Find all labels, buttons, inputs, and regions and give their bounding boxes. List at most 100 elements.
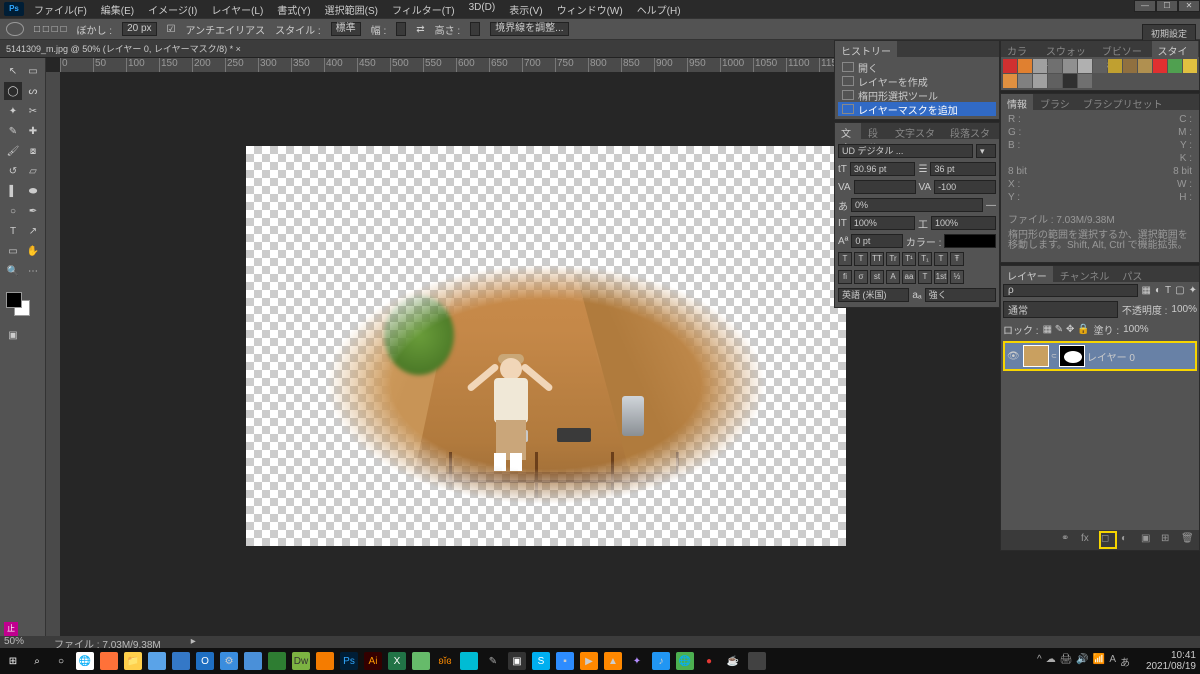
layer-fx-icon[interactable]: fx bbox=[1081, 533, 1095, 547]
pen-tool-icon[interactable]: ✒ bbox=[24, 202, 42, 220]
style-swatch[interactable] bbox=[1153, 59, 1167, 73]
style-select[interactable]: 標準 bbox=[331, 22, 361, 36]
tab-buisource[interactable]: ブビソース bbox=[1096, 41, 1151, 57]
photoshop-icon[interactable]: Ps bbox=[340, 652, 358, 670]
antialias-select[interactable]: 強く bbox=[925, 288, 996, 302]
chrome-icon[interactable]: 🌐 bbox=[76, 652, 94, 670]
chevron-up-icon[interactable]: ^ bbox=[1037, 654, 1042, 669]
excel-icon[interactable]: X bbox=[388, 652, 406, 670]
skype-icon[interactable]: S bbox=[532, 652, 550, 670]
menu-select[interactable]: 選択範囲(S) bbox=[325, 2, 378, 17]
fill-value[interactable]: 100% bbox=[1123, 324, 1149, 335]
menu-3d[interactable]: 3D(D) bbox=[469, 2, 496, 17]
menu-filter[interactable]: フィルター(T) bbox=[392, 2, 455, 17]
crop-tool-icon[interactable]: ✂ bbox=[24, 102, 42, 120]
eyedropper-tool-icon[interactable]: ✎ bbox=[4, 122, 22, 140]
style-swatch[interactable] bbox=[1033, 74, 1047, 88]
style-swatch[interactable] bbox=[1123, 59, 1137, 73]
tab-paths[interactable]: パス bbox=[1116, 266, 1148, 282]
text-color-swatch[interactable] bbox=[944, 234, 996, 248]
record-icon[interactable]: ● bbox=[700, 652, 718, 670]
move-tool-icon[interactable]: ↖ bbox=[4, 62, 22, 80]
layer-filter[interactable]: ρ bbox=[1003, 284, 1138, 297]
close-button[interactable]: ✕ bbox=[1178, 0, 1200, 12]
add-mask-icon[interactable]: ◻ bbox=[1101, 533, 1115, 547]
start-button[interactable]: ⊞ bbox=[4, 652, 22, 670]
type-tool-icon[interactable]: T bbox=[4, 222, 22, 240]
font-size-input[interactable]: 30.96 pt bbox=[850, 162, 916, 176]
print-icon[interactable]: 🖨 bbox=[1060, 654, 1073, 669]
hand-tool-icon[interactable]: ✋ bbox=[24, 242, 42, 260]
brush-tool-icon[interactable]: 🖌 bbox=[4, 142, 22, 160]
search-icon[interactable]: ⌕ bbox=[28, 652, 46, 670]
outlook-icon[interactable]: O bbox=[196, 652, 214, 670]
style-swatch[interactable] bbox=[1138, 59, 1152, 73]
elliptical-marquee-tool-icon[interactable]: ◯ bbox=[4, 82, 22, 100]
style-swatch[interactable] bbox=[1033, 59, 1047, 73]
eraser-tool-icon[interactable]: ▱ bbox=[24, 162, 42, 180]
style-swatch[interactable] bbox=[1018, 74, 1032, 88]
tsume-input[interactable]: 0% bbox=[851, 198, 983, 212]
obs-icon[interactable]: ▣ bbox=[508, 652, 526, 670]
tab-history[interactable]: ヒストリー bbox=[835, 41, 897, 57]
vscale-input[interactable]: 100% bbox=[850, 216, 915, 230]
style-swatch[interactable] bbox=[1018, 59, 1032, 73]
color-swatch[interactable] bbox=[4, 290, 41, 320]
app-icon[interactable] bbox=[748, 652, 766, 670]
menu-type[interactable]: 書式(Y) bbox=[277, 2, 310, 17]
firefox-icon[interactable] bbox=[100, 652, 118, 670]
taskbar-clock[interactable]: 10:41 2021/08/19 bbox=[1146, 648, 1196, 674]
tab-info[interactable]: 情報 bbox=[1001, 94, 1033, 110]
wand-tool-icon[interactable]: ✦ bbox=[4, 102, 22, 120]
foreground-color[interactable] bbox=[6, 292, 22, 308]
wifi-icon[interactable]: 📶 bbox=[1093, 654, 1105, 669]
delete-layer-icon[interactable]: 🗑 bbox=[1181, 533, 1195, 547]
language-select[interactable]: 英語 (米国) bbox=[838, 288, 909, 302]
cloud-icon[interactable]: ☁ bbox=[1046, 654, 1056, 669]
layer-mask-thumbnail[interactable] bbox=[1059, 345, 1085, 367]
tab-channels[interactable]: チャンネル bbox=[1054, 266, 1116, 282]
history-item[interactable]: レイヤーを作成 bbox=[838, 74, 996, 88]
layer-thumbnail[interactable] bbox=[1023, 345, 1049, 367]
style-swatch[interactable] bbox=[1078, 74, 1092, 88]
style-swatch[interactable] bbox=[1003, 59, 1017, 73]
tab-charstyle[interactable]: 文字スタイル bbox=[889, 123, 943, 139]
style-swatch[interactable] bbox=[1048, 59, 1062, 73]
style-swatch[interactable] bbox=[1003, 74, 1017, 88]
settings-icon[interactable]: ⚙ bbox=[220, 652, 238, 670]
ime-icon[interactable]: A bbox=[1109, 654, 1116, 669]
app-icon[interactable]: ✦ bbox=[628, 652, 646, 670]
tab-color[interactable]: カラー bbox=[1001, 41, 1039, 57]
marquee-shape-icon[interactable] bbox=[6, 22, 24, 36]
tab-parastyle[interactable]: 段落スタイル bbox=[944, 123, 998, 139]
extra-tool-icon[interactable]: ⋯ bbox=[24, 262, 42, 280]
history-brush-tool-icon[interactable]: ↺ bbox=[4, 162, 22, 180]
document-canvas[interactable] bbox=[246, 146, 846, 546]
zoom-icon[interactable]: ▪ bbox=[556, 652, 574, 670]
style-swatch[interactable] bbox=[1078, 59, 1092, 73]
cortana-icon[interactable]: ○ bbox=[52, 652, 70, 670]
brush-icon[interactable]: ✎ bbox=[484, 652, 502, 670]
hscale-input[interactable]: 100% bbox=[931, 216, 996, 230]
menu-image[interactable]: イメージ(I) bbox=[148, 2, 197, 17]
app-icon[interactable] bbox=[460, 652, 478, 670]
style-swatch[interactable] bbox=[1183, 59, 1197, 73]
app-icon[interactable] bbox=[412, 652, 430, 670]
style-swatch[interactable] bbox=[1063, 59, 1077, 73]
menu-help[interactable]: ヘルプ(H) bbox=[637, 2, 681, 17]
zoom-tool-icon[interactable]: 🔍 bbox=[4, 262, 22, 280]
explorer-icon[interactable]: 📁 bbox=[124, 652, 142, 670]
tab-paragraph[interactable]: 段落 bbox=[862, 123, 888, 139]
volume-icon[interactable]: 🔊 bbox=[1076, 654, 1088, 669]
shape-tool-icon[interactable]: ▭ bbox=[4, 242, 22, 260]
system-tray[interactable]: ^ ☁ 🖨 🔊 📶 A あ bbox=[1037, 654, 1130, 669]
menu-edit[interactable]: 編集(E) bbox=[101, 2, 134, 17]
link-layers-icon[interactable]: ⚭ bbox=[1061, 533, 1075, 547]
feather-input[interactable]: 20 px bbox=[122, 22, 156, 36]
menu-view[interactable]: 表示(V) bbox=[509, 2, 542, 17]
tab-swatches[interactable]: スウォッチ bbox=[1040, 41, 1095, 57]
globe-icon[interactable]: 🌐 bbox=[676, 652, 694, 670]
history-item[interactable]: 開く bbox=[838, 60, 996, 74]
app-icon[interactable]: ☕ bbox=[724, 652, 742, 670]
height-input[interactable] bbox=[470, 22, 480, 36]
